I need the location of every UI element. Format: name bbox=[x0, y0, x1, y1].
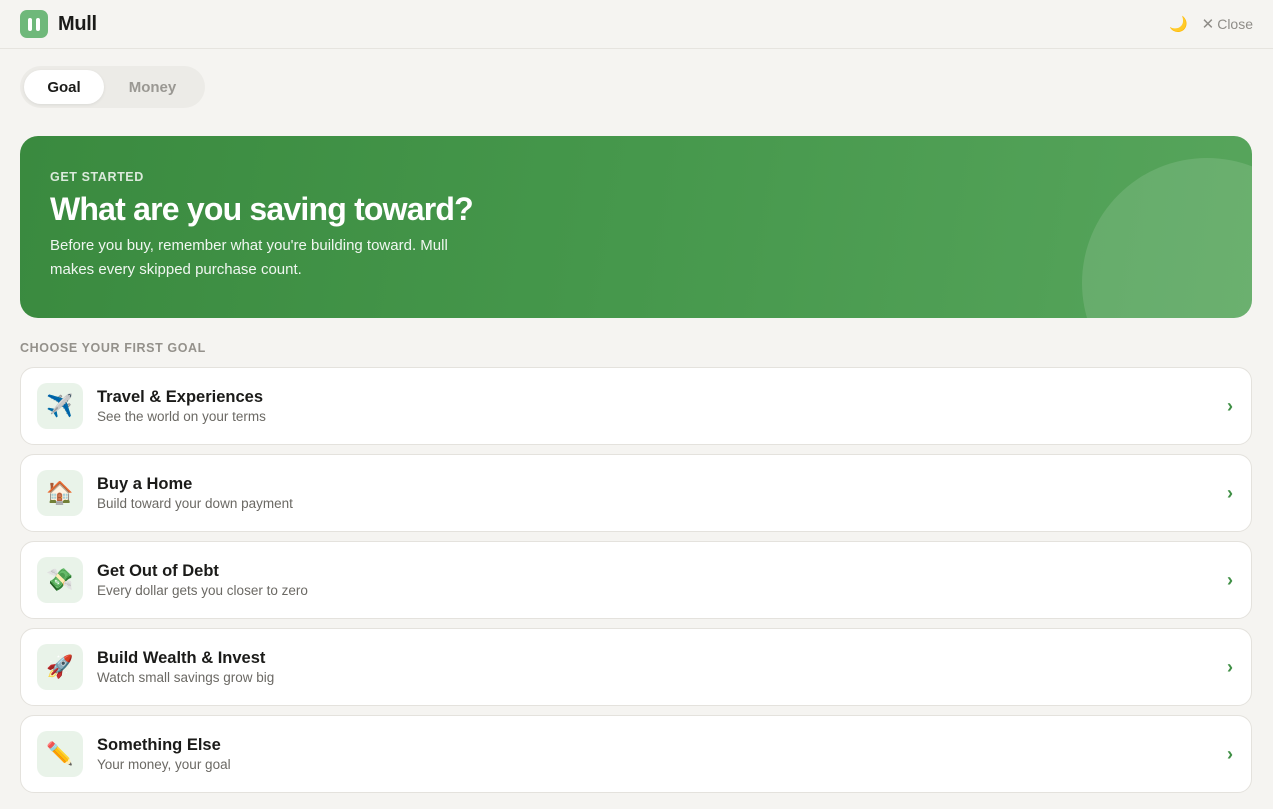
chevron-right-icon: › bbox=[1227, 656, 1233, 677]
rocket-icon: 🚀 bbox=[37, 644, 83, 690]
pencil-icon: ✏️ bbox=[37, 731, 83, 777]
top-bar-actions: 🌙 ✕ Close bbox=[1169, 15, 1253, 33]
close-button[interactable]: ✕ Close bbox=[1202, 15, 1253, 33]
chevron-right-icon: › bbox=[1227, 743, 1233, 764]
goal-card-wealth[interactable]: 🚀 Build Wealth & Invest Watch small savi… bbox=[20, 628, 1252, 706]
top-bar: Mull 🌙 ✕ Close bbox=[0, 0, 1273, 49]
chevron-right-icon: › bbox=[1227, 482, 1233, 503]
goal-card-debt[interactable]: 💸 Get Out of Debt Every dollar gets you … bbox=[20, 541, 1252, 619]
app-name: Mull bbox=[58, 12, 97, 35]
goal-card-home[interactable]: 🏠 Buy a Home Build toward your down paym… bbox=[20, 454, 1252, 532]
house-icon: 🏠 bbox=[37, 470, 83, 516]
close-label: Close bbox=[1217, 16, 1253, 32]
goal-title: Build Wealth & Invest bbox=[97, 648, 266, 667]
section-label: CHOOSE YOUR FIRST GOAL bbox=[20, 341, 206, 355]
airplane-icon: ✈️ bbox=[37, 383, 83, 429]
hero-subtitle: Before you buy, remember what you're bui… bbox=[50, 237, 448, 279]
goal-title: Travel & Experiences bbox=[97, 387, 264, 406]
goal-card-travel[interactable]: ✈️ Travel & Experiences See the world on… bbox=[20, 367, 1252, 445]
tab-goal[interactable]: Goal bbox=[24, 70, 104, 104]
goal-description: Build toward your down payment bbox=[97, 495, 293, 511]
goal-description: Watch small savings grow big bbox=[97, 669, 275, 685]
moon-icon[interactable]: 🌙 bbox=[1169, 15, 1188, 33]
chevron-right-icon: › bbox=[1227, 395, 1233, 416]
hero-banner: GET STARTED What are you saving toward? … bbox=[20, 136, 1252, 318]
goal-list: ✈️ Travel & Experiences See the world on… bbox=[20, 367, 1252, 802]
close-icon: ✕ bbox=[1201, 16, 1215, 33]
hero-title: What are you saving toward? bbox=[50, 191, 474, 227]
money-icon: 💸 bbox=[37, 557, 83, 603]
goal-description: See the world on your terms bbox=[97, 408, 266, 424]
mode-toggle: Goal Money bbox=[20, 66, 205, 108]
tab-money[interactable]: Money bbox=[104, 70, 201, 104]
chevron-right-icon: › bbox=[1227, 569, 1233, 590]
goal-card-other[interactable]: ✏️ Something Else Your money, your goal … bbox=[20, 715, 1252, 793]
goal-description: Every dollar gets you closer to zero bbox=[97, 582, 308, 598]
goal-title: Something Else bbox=[97, 735, 221, 754]
goal-description: Your money, your goal bbox=[97, 756, 231, 772]
goal-title: Buy a Home bbox=[97, 474, 193, 493]
hero-eyebrow: GET STARTED bbox=[50, 170, 144, 184]
pause-logo-icon bbox=[20, 10, 48, 38]
goal-title: Get Out of Debt bbox=[97, 561, 219, 580]
